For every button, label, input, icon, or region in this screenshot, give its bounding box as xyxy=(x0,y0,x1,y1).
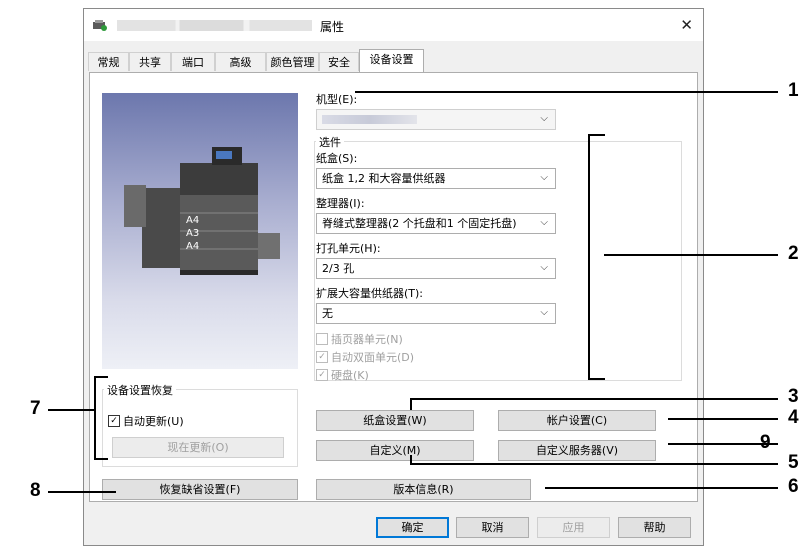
printer-name-redacted xyxy=(117,20,312,31)
check-icon: ✓ xyxy=(316,351,328,363)
device-settings-page: A4 A3 A4 机型(E): ⌵ 选件 纸盒(S): 纸盒 1,2 和大容量供… xyxy=(89,72,698,502)
window-title: 属性 xyxy=(320,20,345,34)
tab-sharing[interactable]: 共享 xyxy=(129,52,171,71)
callout-line-1 xyxy=(355,91,778,93)
tab-color-management[interactable]: 颜色管理 xyxy=(266,52,319,71)
duplex-label: 自动双面单元(D) xyxy=(331,351,415,364)
callout-bracket-2-bottom xyxy=(588,378,605,380)
callout-line-2 xyxy=(604,254,778,256)
callout-line-6 xyxy=(545,487,778,489)
callout-number-4: 4 xyxy=(788,407,799,428)
auto-update-label: 自动更新(U) xyxy=(123,415,184,428)
callout-number-5: 5 xyxy=(788,452,799,473)
properties-dialog: 属性 ✕ 常规 共享 端口 高级 颜色管理 安全 设备设置 A4 A3 A4 机… xyxy=(83,8,704,546)
tab-advanced[interactable]: 高级 xyxy=(215,52,266,71)
tab-ports[interactable]: 端口 xyxy=(171,52,215,71)
ok-button[interactable]: 确定 xyxy=(376,517,449,538)
callout-line-7 xyxy=(48,409,96,411)
callout-bracket-7-top xyxy=(94,376,108,378)
callout-bracket-2-top xyxy=(588,134,605,136)
drawer-label: 纸盒(S): xyxy=(316,152,358,165)
callout-number-3: 3 xyxy=(788,386,799,407)
hole-punch-value: 2/3 孔 xyxy=(322,262,355,275)
hole-punch-select[interactable]: 2/3 孔 ⌵ xyxy=(316,258,556,279)
title-bar: 属性 ✕ xyxy=(84,9,703,41)
callout-line-4 xyxy=(668,418,778,420)
chevron-down-icon: ⌵ xyxy=(540,307,548,318)
hdd-checkbox[interactable]: ✓ 硬盘(K) xyxy=(316,367,369,383)
callout-number-8: 8 xyxy=(30,480,41,501)
drawer-select[interactable]: 纸盒 1,2 和大容量供纸器 ⌵ xyxy=(316,168,556,189)
apply-button: 应用 xyxy=(537,517,610,538)
account-settings-button[interactable]: 帐户设置(C) xyxy=(498,410,656,431)
check-icon: ✓ xyxy=(108,415,120,427)
tray-label-3: A4 xyxy=(186,241,200,252)
ext-lcf-label: 扩展大容量供纸器(T): xyxy=(316,287,424,300)
checkbox-box xyxy=(316,333,328,345)
version-info-button[interactable]: 版本信息(R) xyxy=(316,479,531,500)
tray-label-1: A4 xyxy=(186,215,200,226)
callout-number-6: 6 xyxy=(788,476,799,497)
callout-number-7: 7 xyxy=(30,398,41,419)
model-label: 机型(E): xyxy=(316,93,358,106)
chevron-down-icon: ⌵ xyxy=(540,113,548,124)
restore-defaults-button[interactable]: 恢复缺省设置(F) xyxy=(102,479,298,500)
chevron-down-icon: ⌵ xyxy=(540,262,548,273)
callout-bracket-7-bottom xyxy=(94,458,108,460)
hdd-label: 硬盘(K) xyxy=(331,369,369,382)
mfp-illustration xyxy=(124,147,280,275)
options-group-title: 选件 xyxy=(316,134,344,150)
tray-label-2: A3 xyxy=(186,228,200,239)
auto-update-checkbox[interactable]: ✓ 自动更新(U) xyxy=(108,413,184,429)
customize-button[interactable]: 自定义(M) xyxy=(316,440,474,461)
ext-lcf-select[interactable]: 无 ⌵ xyxy=(316,303,556,324)
custom-server-button[interactable]: 自定义服务器(V) xyxy=(498,440,656,461)
cancel-button[interactable]: 取消 xyxy=(456,517,529,538)
inserter-checkbox[interactable]: 插页器单元(N) xyxy=(316,331,403,347)
update-now-button: 现在更新(O) xyxy=(112,437,284,458)
model-select: ⌵ xyxy=(316,109,556,130)
printer-image: A4 A3 A4 xyxy=(102,93,298,369)
printer-icon xyxy=(93,20,107,31)
model-name-redacted xyxy=(322,115,417,124)
drawer-value: 纸盒 1,2 和大容量供纸器 xyxy=(322,172,446,185)
tab-device-settings[interactable]: 设备设置 xyxy=(359,49,424,72)
callout-number-9: 9 xyxy=(760,432,771,453)
tab-security[interactable]: 安全 xyxy=(319,52,359,71)
finisher-select[interactable]: 脊缝式整理器(2 个托盘和1 个固定托盘) ⌵ xyxy=(316,213,556,234)
callout-number-1: 1 xyxy=(788,80,799,101)
chevron-down-icon: ⌵ xyxy=(540,217,548,228)
help-button[interactable]: 帮助 xyxy=(618,517,691,538)
chevron-down-icon: ⌵ xyxy=(540,172,548,183)
drawer-settings-button[interactable]: 纸盒设置(W) xyxy=(316,410,474,431)
callout-number-2: 2 xyxy=(788,243,799,264)
ext-lcf-value: 无 xyxy=(322,307,333,320)
callout-bracket-2 xyxy=(588,134,590,380)
close-icon[interactable]: ✕ xyxy=(680,16,693,34)
duplex-checkbox[interactable]: ✓ 自动双面单元(D) xyxy=(316,349,414,365)
callout-line-5 xyxy=(410,463,778,465)
hole-punch-label: 打孔单元(H): xyxy=(316,242,381,255)
inserter-label: 插页器单元(N) xyxy=(331,333,403,346)
tab-general[interactable]: 常规 xyxy=(88,52,129,71)
callout-line-8 xyxy=(48,491,116,493)
callout-line-3 xyxy=(410,398,778,400)
check-icon: ✓ xyxy=(316,369,328,381)
callout-bracket-7 xyxy=(94,376,96,460)
finisher-value: 脊缝式整理器(2 个托盘和1 个固定托盘) xyxy=(322,217,517,230)
restore-group-title: 设备设置恢复 xyxy=(104,382,176,398)
finisher-label: 整理器(I): xyxy=(316,197,365,210)
